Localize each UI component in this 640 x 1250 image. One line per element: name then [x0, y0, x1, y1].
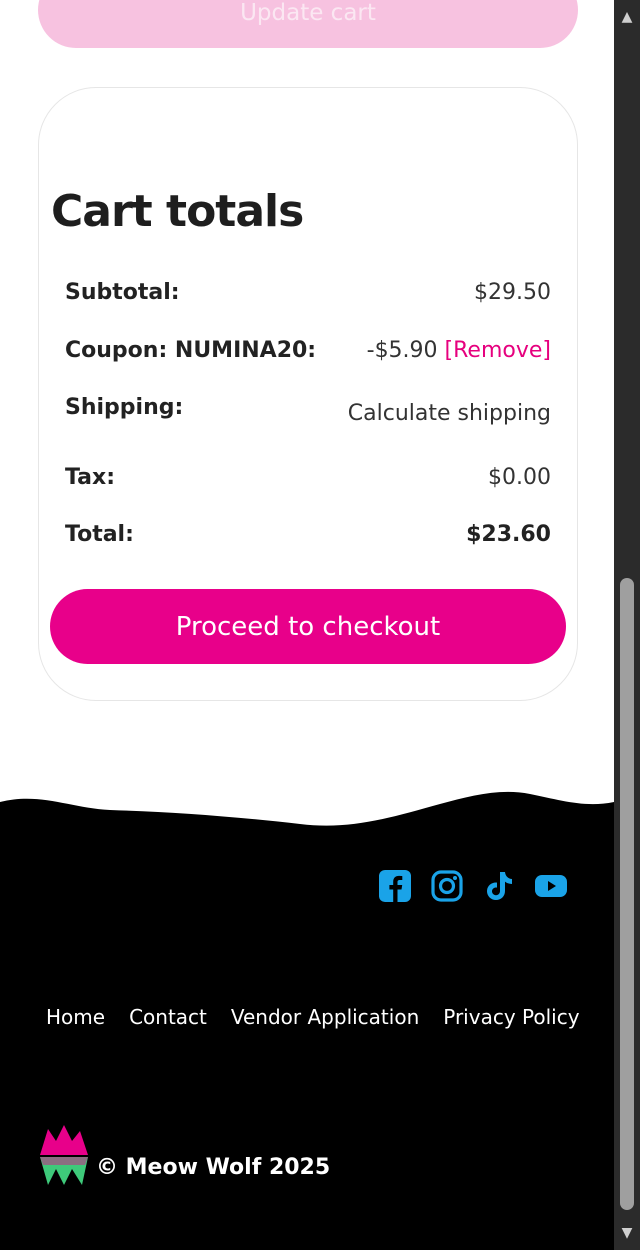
instagram-icon[interactable]: [430, 869, 464, 903]
tax-label: Tax:: [65, 465, 116, 490]
youtube-icon[interactable]: [534, 869, 568, 903]
cart-totals-card: Cart totals Subtotal: $29.50 Coupon: NUM…: [38, 87, 578, 701]
footer-wave-edge: [0, 791, 614, 850]
page: Update cart Cart totals Subtotal: $29.50…: [0, 0, 640, 1250]
social-links: [378, 869, 568, 903]
tiktok-icon[interactable]: [482, 869, 516, 903]
coupon-label: Coupon: NUMINA20:: [65, 338, 317, 363]
meow-wolf-logo-icon[interactable]: [38, 1123, 90, 1189]
copyright-text: © Meow Wolf 2025: [96, 1155, 331, 1180]
subtotal-label: Subtotal:: [65, 280, 180, 305]
coupon-value-group: -$5.90 [Remove]: [367, 338, 551, 363]
coupon-discount-value: -$5.90: [366, 338, 438, 363]
footer-link-privacy-policy[interactable]: Privacy Policy: [443, 1005, 579, 1029]
main-content: Update cart Cart totals Subtotal: $29.50…: [0, 0, 614, 1250]
footer-link-home[interactable]: Home: [46, 1005, 105, 1029]
vertical-scrollbar[interactable]: ▲ ▼: [614, 0, 640, 1250]
scrollbar-thumb[interactable]: [620, 578, 634, 1210]
footer-link-vendor-application[interactable]: Vendor Application: [231, 1005, 419, 1029]
shipping-label: Shipping:: [65, 395, 184, 420]
proceed-to-checkout-button[interactable]: Proceed to checkout: [50, 589, 566, 664]
footer-nav: Home Contact Vendor Application Privacy …: [46, 1005, 580, 1029]
remove-coupon-link[interactable]: [Remove]: [445, 338, 551, 363]
facebook-icon[interactable]: [378, 869, 412, 903]
subtotal-value: $29.50: [474, 280, 551, 305]
cart-totals-title: Cart totals: [51, 186, 304, 237]
footer-link-contact[interactable]: Contact: [129, 1005, 207, 1029]
total-label: Total:: [65, 522, 134, 547]
calculate-shipping-link[interactable]: Calculate shipping: [348, 401, 551, 426]
site-footer: Home Contact Vendor Application Privacy …: [0, 845, 614, 1250]
total-value: $23.60: [466, 522, 551, 547]
tax-value: $0.00: [488, 465, 551, 490]
scroll-down-arrow-icon[interactable]: ▼: [614, 1220, 640, 1246]
scroll-up-arrow-icon[interactable]: ▲: [614, 4, 640, 30]
update-cart-button[interactable]: Update cart: [38, 0, 578, 48]
